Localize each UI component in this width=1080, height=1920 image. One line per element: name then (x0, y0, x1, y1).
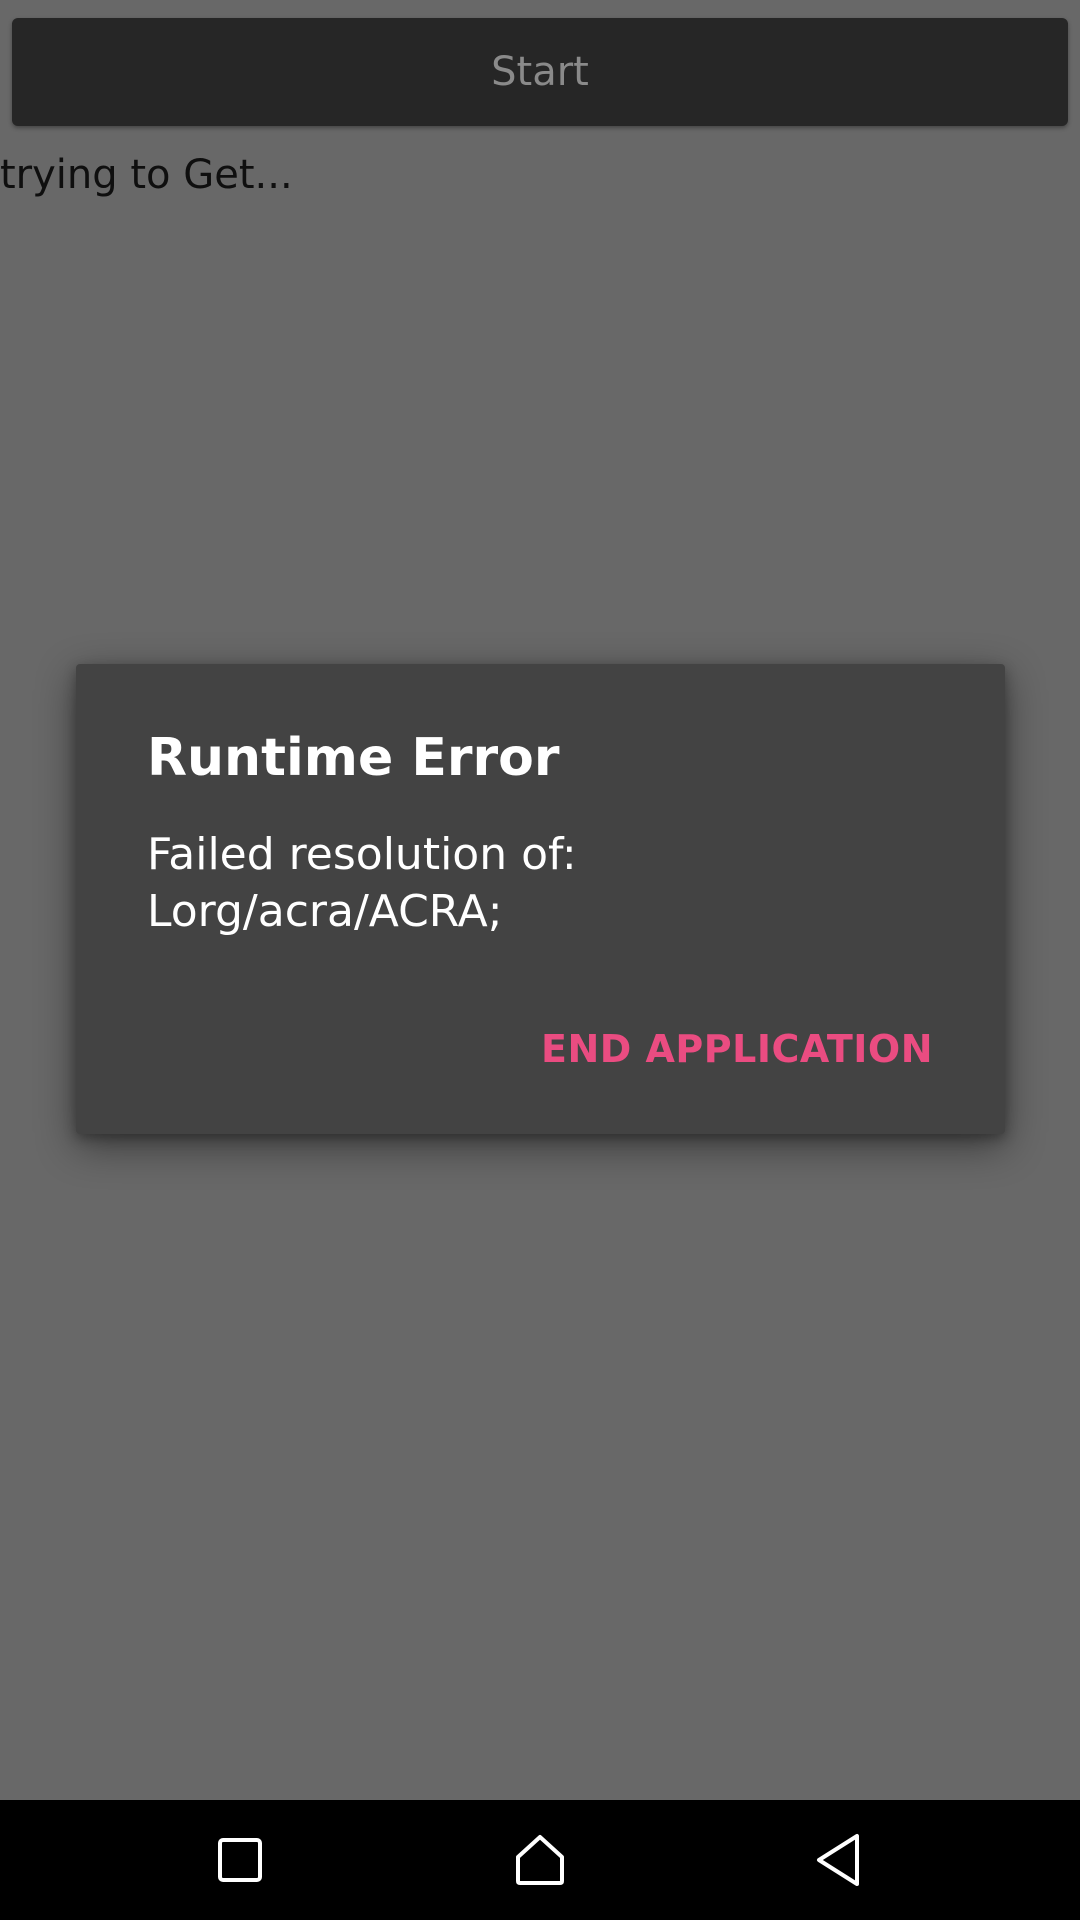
status-text: trying to Get... (0, 152, 293, 198)
start-button-label: Start (491, 49, 589, 95)
recents-icon (218, 1838, 262, 1882)
home-button[interactable] (500, 1820, 580, 1900)
dialog-message: Failed resolution of: Lorg/acra/ACRA; (147, 829, 577, 937)
home-icon (516, 1835, 564, 1885)
start-button[interactable]: Start (12, 18, 1068, 126)
dialog-title: Runtime Error (147, 728, 560, 788)
runtime-error-dialog: Runtime Error Failed resolution of: Lorg… (76, 664, 1005, 1134)
navigation-bar (0, 1800, 1080, 1920)
back-icon (817, 1834, 859, 1886)
end-application-button[interactable]: END APPLICATION (521, 1016, 953, 1082)
recents-button[interactable] (200, 1820, 280, 1900)
back-button[interactable] (798, 1820, 878, 1900)
